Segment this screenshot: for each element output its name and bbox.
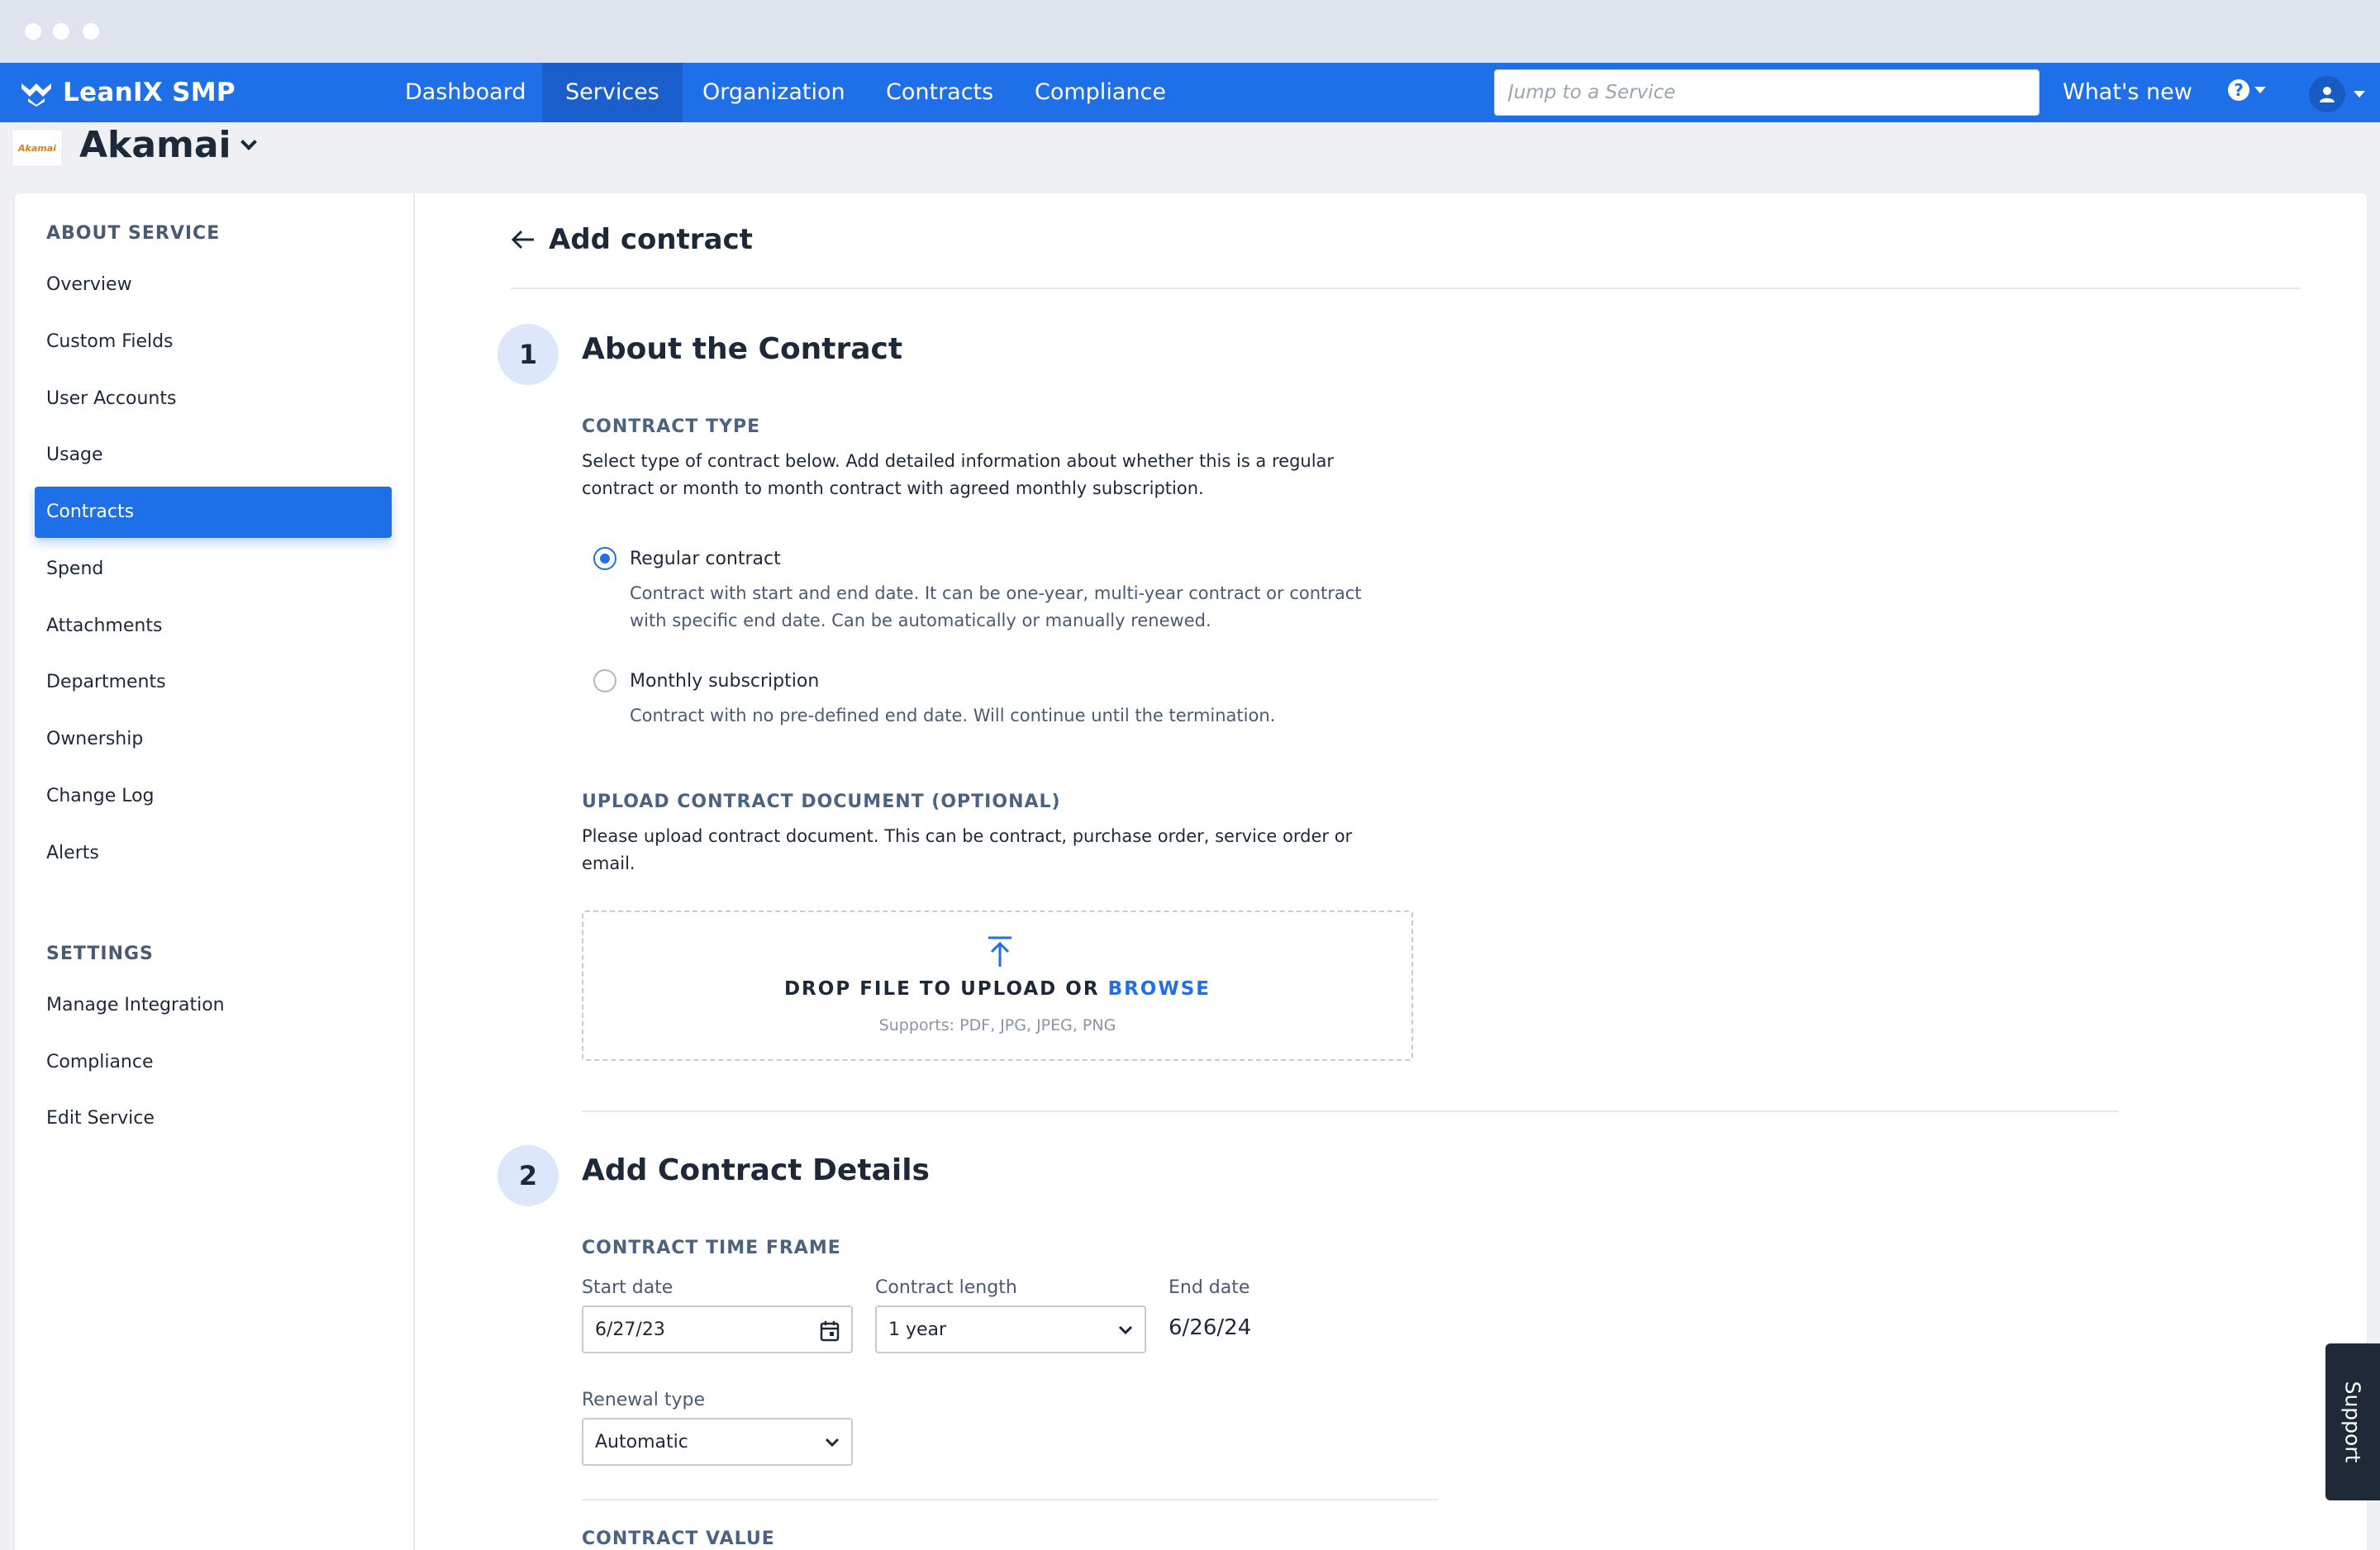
service-name: Akamai bbox=[79, 124, 231, 166]
whats-new-link[interactable]: What's new bbox=[2063, 63, 2192, 122]
window-close-dot[interactable] bbox=[25, 23, 41, 40]
start-date-input[interactable]: 6/27/23 bbox=[582, 1305, 853, 1353]
header-divider bbox=[511, 288, 2301, 289]
nav-dashboard[interactable]: Dashboard bbox=[382, 63, 549, 122]
sidebar-item-overview[interactable]: Overview bbox=[35, 259, 392, 311]
window-titlebar bbox=[0, 0, 2380, 63]
help-icon: ? bbox=[2228, 79, 2249, 101]
nav-compliance[interactable]: Compliance bbox=[1011, 63, 1189, 122]
file-dropzone[interactable]: DROP FILE TO UPLOAD OR BROWSE Supports: … bbox=[582, 911, 1413, 1061]
sidebar-item-ownership[interactable]: Ownership bbox=[35, 714, 392, 765]
main-card: ABOUT SERVICE Overview Custom Fields Use… bbox=[15, 193, 2367, 1550]
contract-time-frame-label: CONTRACT TIME FRAME bbox=[582, 1238, 841, 1258]
sidebar-item-attachments[interactable]: Attachments bbox=[35, 601, 392, 652]
upload-contract-label: UPLOAD CONTRACT DOCUMENT (OPTIONAL) bbox=[582, 792, 1061, 812]
window-minimize-dot[interactable] bbox=[53, 23, 69, 40]
sidebar-item-custom-fields[interactable]: Custom Fields bbox=[35, 316, 392, 368]
page-title: Add contract bbox=[549, 223, 753, 256]
contract-type-description: Select type of contract below. Add detai… bbox=[582, 451, 1335, 498]
service-logo: Akamai bbox=[12, 129, 63, 167]
dropzone-text: DROP FILE TO UPLOAD OR BROWSE bbox=[783, 978, 1211, 1000]
step-title-2: Add Contract Details bbox=[582, 1153, 930, 1187]
contract-value-label: CONTRACT VALUE bbox=[582, 1529, 775, 1549]
sidebar-item-edit-service[interactable]: Edit Service bbox=[35, 1093, 392, 1144]
regular-contract-description: Contract with start and end date. It can… bbox=[630, 583, 1362, 630]
contract-length-select[interactable]: 1 year bbox=[875, 1305, 1146, 1353]
subsection-divider bbox=[582, 1499, 1438, 1500]
contract-length-value: 1 year bbox=[888, 1319, 947, 1340]
chevron-down-icon bbox=[2254, 87, 2266, 93]
browse-link[interactable]: BROWSE bbox=[1108, 978, 1211, 1000]
regular-contract-label[interactable]: Regular contract bbox=[630, 549, 781, 569]
sidebar-heading-settings: SETTINGS bbox=[46, 944, 154, 964]
step-number-1: 1 bbox=[497, 324, 559, 385]
leanix-logo-icon bbox=[21, 83, 51, 107]
step-title-1: About the Contract bbox=[582, 332, 903, 366]
renewal-type-select[interactable]: Automatic bbox=[582, 1418, 853, 1466]
dropzone-supported-formats: Supports: PDF, JPG, JPEG, PNG bbox=[878, 1016, 1116, 1034]
step-number-2: 2 bbox=[497, 1145, 559, 1206]
sidebar-item-compliance[interactable]: Compliance bbox=[35, 1037, 392, 1088]
nav-contracts[interactable]: Contracts bbox=[863, 63, 1016, 122]
sidebar-item-change-log[interactable]: Change Log bbox=[35, 771, 392, 822]
chevron-down-icon bbox=[240, 133, 257, 150]
renewal-type-label: Renewal type bbox=[582, 1390, 706, 1410]
chevron-down-icon bbox=[825, 1438, 840, 1448]
help-menu[interactable]: ? bbox=[2228, 79, 2266, 101]
upload-contract-description: Please upload contract document. This ca… bbox=[582, 826, 1353, 873]
chevron-down-icon bbox=[1118, 1325, 1133, 1335]
brand[interactable]: LeanIX SMP bbox=[20, 63, 236, 122]
start-date-value: 6/27/23 bbox=[595, 1319, 665, 1340]
sidebar-item-manage-integration[interactable]: Manage Integration bbox=[35, 980, 392, 1031]
regular-contract-radio[interactable] bbox=[593, 547, 616, 570]
chevron-down-icon bbox=[2354, 91, 2365, 97]
support-label: Support bbox=[2340, 1381, 2365, 1463]
contract-length-label: Contract length bbox=[875, 1277, 1017, 1298]
sidebar-item-user-accounts[interactable]: User Accounts bbox=[35, 373, 392, 425]
calendar-icon[interactable] bbox=[820, 1320, 840, 1342]
service-header: Akamai Akamai bbox=[0, 122, 2380, 190]
brand-name: LeanIX SMP bbox=[63, 78, 236, 107]
sidebar-item-spend[interactable]: Spend bbox=[35, 544, 392, 595]
service-switcher[interactable]: Akamai bbox=[79, 124, 257, 166]
nav-services[interactable]: Services bbox=[542, 63, 683, 122]
section-divider bbox=[582, 1110, 2119, 1112]
user-avatar-icon bbox=[2309, 76, 2345, 112]
sidebar-item-contracts[interactable]: Contracts bbox=[35, 487, 392, 538]
top-navigation-bar: LeanIX SMP Dashboard Services Organizati… bbox=[0, 63, 2380, 122]
sidebar-item-departments[interactable]: Departments bbox=[35, 657, 392, 708]
end-date-value: 6/26/24 bbox=[1169, 1315, 1252, 1340]
nav-organization[interactable]: Organization bbox=[679, 63, 869, 122]
renewal-type-value: Automatic bbox=[595, 1431, 688, 1453]
sidebar-item-usage[interactable]: Usage bbox=[35, 430, 392, 481]
monthly-subscription-label[interactable]: Monthly subscription bbox=[630, 671, 819, 692]
monthly-subscription-description: Contract with no pre-defined end date. W… bbox=[630, 706, 1276, 725]
monthly-subscription-radio[interactable] bbox=[593, 669, 616, 692]
service-sidebar: ABOUT SERVICE Overview Custom Fields Use… bbox=[15, 193, 415, 1550]
sidebar-heading-about: ABOUT SERVICE bbox=[46, 223, 221, 244]
contract-type-label: CONTRACT TYPE bbox=[582, 416, 761, 437]
user-menu[interactable] bbox=[2309, 76, 2365, 112]
window-maximize-dot[interactable] bbox=[83, 23, 99, 40]
back-arrow-icon[interactable] bbox=[511, 229, 536, 250]
page-header: Add contract bbox=[511, 223, 753, 256]
end-date-label: End date bbox=[1169, 1277, 1250, 1298]
start-date-label: Start date bbox=[582, 1277, 674, 1298]
service-search-input[interactable] bbox=[1494, 69, 2040, 116]
content-area: Add contract 1 About the Contract CONTRA… bbox=[415, 193, 2367, 1550]
upload-arrow-icon bbox=[988, 936, 1011, 967]
support-tab[interactable]: Support bbox=[2325, 1343, 2380, 1500]
sidebar-item-alerts[interactable]: Alerts bbox=[35, 828, 392, 879]
